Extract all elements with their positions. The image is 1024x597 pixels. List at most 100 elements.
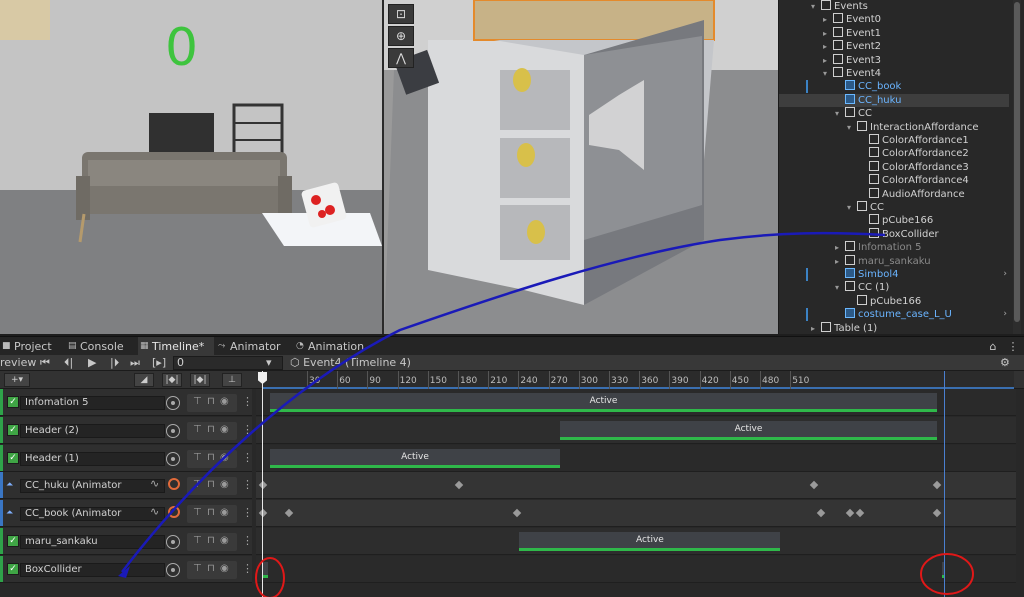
hierarchy-item[interactable]: BoxCollider [779, 227, 1009, 241]
track-binding-field[interactable]: CC_huku (Animator [20, 479, 165, 494]
tab-animation[interactable]: ◔ Animation [294, 337, 374, 356]
hierarchy-item[interactable]: ▸ Event3 [779, 53, 1009, 67]
pin-icon[interactable]: ⊤ [193, 535, 202, 546]
lock-icon[interactable]: ⊓ [207, 535, 215, 546]
pin-icon[interactable]: ⊤ [193, 507, 202, 518]
hierarchy-item[interactable]: ▾ CC [779, 107, 1009, 120]
track-header[interactable]: ⏶ CC_book (Animator ∿ ⊤ ⊓ ◉ ⋮ [0, 500, 253, 528]
hierarchy-item[interactable]: ▸ Table (1) [779, 321, 1009, 335]
hierarchy-item[interactable]: pCube166 [779, 214, 1009, 227]
hierarchy-item[interactable]: pCube166 [779, 294, 1009, 308]
expand-right-icon[interactable]: ▸ [823, 54, 833, 67]
settings-gear-icon[interactable]: ⚙ [1000, 355, 1010, 371]
keyframe-marker[interactable] [846, 508, 855, 518]
visibility-eye-icon[interactable]: ◉ [220, 535, 229, 546]
keyframe-marker[interactable] [512, 508, 521, 518]
track-enabled-checkbox[interactable]: ✓ [7, 396, 19, 408]
lock-icon[interactable]: ⊓ [207, 396, 215, 407]
curves-toggle-icon[interactable]: ∿ [150, 505, 159, 518]
hierarchy-item[interactable]: ▾ CC [779, 201, 1009, 214]
game-view[interactable]: 0 [0, 0, 382, 334]
object-picker-icon[interactable] [166, 396, 180, 410]
ripple-icon[interactable]: |◆| [190, 373, 210, 387]
track-enabled-checkbox[interactable]: ✓ [7, 562, 19, 575]
hierarchy-item[interactable]: ▾ CC (1) [779, 281, 1009, 294]
track-menu-icon[interactable]: ⋮ [242, 534, 253, 547]
visibility-eye-icon[interactable]: ◉ [220, 507, 229, 518]
expand-right-icon[interactable]: ▸ [823, 40, 833, 53]
hierarchy-item[interactable]: Simbol4 › [779, 268, 1009, 281]
play-button[interactable]: ▶ [88, 355, 96, 371]
track-menu-icon[interactable]: ⋮ [242, 423, 253, 436]
hierarchy-item[interactable]: ColorAffordance1 [779, 134, 1009, 147]
lock-icon[interactable]: ⌂ [984, 337, 1002, 356]
keyframe-marker[interactable] [856, 508, 865, 518]
breadcrumb[interactable]: ⬡ Event4 (Timeline 4) [290, 355, 411, 371]
expand-right-icon[interactable]: ▸ [823, 27, 833, 40]
record-button[interactable] [168, 506, 180, 519]
track-menu-icon[interactable]: ⋮ [242, 506, 253, 519]
object-picker-icon[interactable] [166, 535, 180, 549]
hierarchy-item[interactable]: ▾ InteractionAffordance [779, 120, 1009, 134]
object-picker-icon[interactable] [166, 423, 180, 438]
hierarchy-item[interactable]: ▸ Event0 [779, 13, 1009, 26]
goto-start-button[interactable]: ⏮ [40, 355, 50, 371]
hierarchy-item[interactable]: ColorAffordance4 [779, 174, 1009, 187]
lock-icon[interactable]: ⊓ [207, 479, 215, 490]
tab-project[interactable]: ■ Project [0, 337, 70, 356]
track-header[interactable]: ✓ Header (2) ⊤ ⊓ ◉ ⋮ [0, 416, 253, 444]
keyframe-marker[interactable] [809, 481, 819, 490]
keyframe-marker[interactable] [454, 481, 463, 490]
track-header[interactable]: ⏶ CC_huku (Animator ∿ ⊤ ⊓ ◉ ⋮ [0, 472, 253, 500]
snap-icon[interactable]: ⊥ [222, 373, 242, 387]
preview-toggle[interactable]: review [0, 355, 36, 371]
track-enabled-checkbox[interactable]: ✓ [7, 423, 19, 436]
expand-right-icon[interactable]: ▸ [811, 322, 821, 335]
track-header[interactable]: ✓ Infomation 5 ⊤ ⊓ ◉ ⋮ [0, 389, 253, 416]
keyframe-marker[interactable] [933, 508, 942, 518]
expand-right-icon[interactable]: ▸ [823, 13, 833, 26]
hierarchy-item[interactable]: ColorAffordance2 [779, 147, 1009, 160]
hierarchy-scrollbar[interactable] [1013, 0, 1021, 334]
expand-down-icon[interactable]: ▾ [847, 201, 857, 214]
playhead-line[interactable] [262, 371, 263, 597]
visibility-eye-icon[interactable]: ◉ [220, 424, 229, 435]
more-options-icon[interactable]: ⋮ [1004, 337, 1022, 356]
lock-icon[interactable]: ⊓ [207, 563, 215, 574]
pin-icon[interactable]: ⊤ [193, 452, 202, 463]
transform-tool-button[interactable]: ⊕ [388, 26, 414, 46]
track-lane[interactable]: Active [256, 416, 1016, 444]
object-picker-icon[interactable] [166, 451, 180, 466]
hierarchy-item[interactable]: ▸ maru_sankaku [779, 254, 1009, 268]
track-header[interactable]: ✓ Header (1) ⊤ ⊓ ◉ ⋮ [0, 444, 253, 472]
custom-tool-button[interactable]: ⋀ [388, 48, 414, 68]
track-lane[interactable]: Active [256, 444, 1016, 472]
keyframe-marker[interactable] [258, 508, 268, 518]
visibility-eye-icon[interactable]: ◉ [220, 452, 229, 463]
lock-icon[interactable]: ⊓ [207, 507, 215, 518]
time-ruler[interactable]: 30 60 90 120 150 180 210 240 270 300 330 360 390 420 4… [262, 371, 1014, 389]
track-menu-icon[interactable]: ⋮ [242, 562, 253, 575]
activation-clip[interactable]: Active [560, 420, 937, 440]
track-lane[interactable]: Active [256, 528, 1016, 555]
activation-clip[interactable]: Active [519, 532, 781, 551]
chevron-right-icon[interactable]: › [1003, 268, 1007, 281]
hierarchy-item[interactable]: ▸ Event1 [779, 26, 1009, 40]
track-lane[interactable] [256, 500, 1016, 528]
expand-right-icon[interactable]: ▸ [835, 255, 845, 268]
hierarchy-panel[interactable]: ▾ Events ▸ Event0 ▸ Event1 ▸ Event2 ▸ Event3 ▾ Even… [778, 0, 1024, 334]
track-binding-field[interactable]: Header (1) [20, 451, 165, 466]
track-binding-field[interactable]: Header (2) [20, 423, 165, 438]
activation-clip[interactable]: Active [270, 448, 560, 468]
keyframe-marker[interactable] [933, 481, 942, 490]
keyframe-marker[interactable] [284, 508, 294, 518]
marker-toggle-icon[interactable]: ◢ [134, 373, 154, 387]
track-header[interactable]: ✓ BoxCollider ⊤ ⊓ ◉ ⋮ [0, 555, 253, 583]
track-menu-icon[interactable]: ⋮ [242, 478, 253, 491]
hierarchy-item[interactable]: costume_case_L_U › [779, 308, 1009, 321]
timeline-tracks-area[interactable]: ✓ Infomation 5 ⊤ ⊓ ◉ ⋮ Active ✓ Header (2) ⊤ ⊓ ◉ ⋮ Ac… [0, 389, 1024, 597]
track-lane[interactable] [256, 472, 1016, 500]
tab-timeline[interactable]: ▦ Timeline* [138, 337, 214, 356]
keyframe-marker[interactable] [258, 481, 268, 490]
track-lane[interactable] [256, 555, 1016, 583]
